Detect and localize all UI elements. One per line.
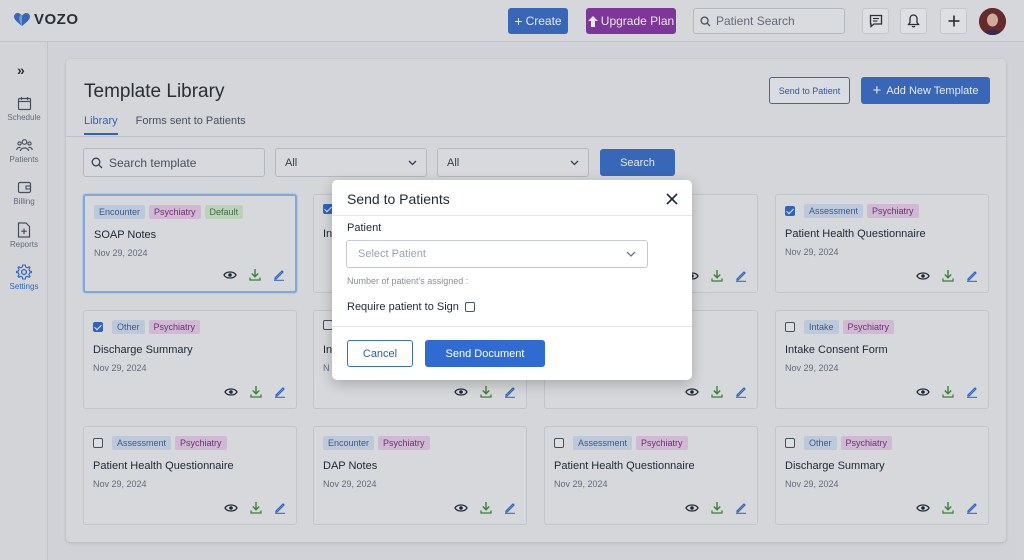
send-to-patients-modal: Send to Patients Patient Select Patient … — [332, 180, 692, 380]
chevron-down-icon — [626, 251, 636, 257]
modal-title: Send to Patients — [347, 191, 450, 207]
require-sign-row: Require patient to Sign — [347, 301, 475, 313]
require-sign-label: Require patient to Sign — [347, 301, 459, 313]
send-document-button[interactable]: Send Document — [425, 340, 545, 367]
close-icon[interactable] — [665, 192, 679, 206]
patients-assigned-note: Number of patient's assigned : — [347, 276, 469, 286]
modal-divider — [332, 215, 692, 216]
select-patient-dropdown[interactable]: Select Patient — [346, 240, 648, 268]
require-sign-checkbox[interactable] — [464, 302, 475, 312]
cancel-button[interactable]: Cancel — [347, 340, 413, 367]
select-patient-placeholder: Select Patient — [358, 248, 426, 260]
modal-footer-divider — [332, 326, 692, 327]
patient-label: Patient — [347, 222, 382, 234]
